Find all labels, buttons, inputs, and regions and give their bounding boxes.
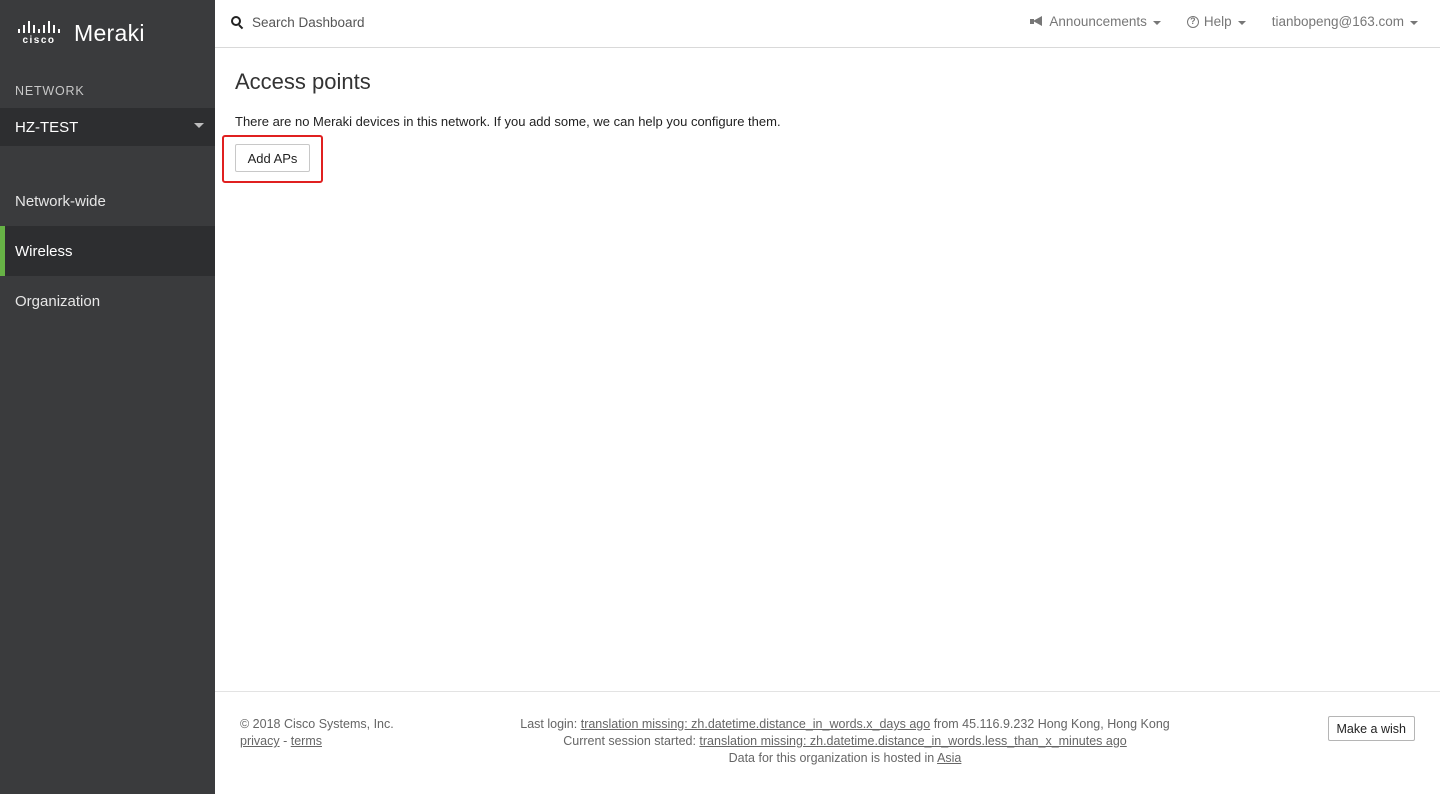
sidebar-item-wireless[interactable]: Wireless [0, 226, 215, 276]
sidebar-nav: Network-wide Wireless Organization [0, 176, 215, 326]
caret-down-icon [1152, 20, 1161, 25]
cisco-wordmark: cisco [22, 34, 56, 46]
last-login-prefix: Last login: [520, 717, 581, 731]
last-login-suffix: from 45.116.9.232 Hong Kong, Hong Kong [930, 717, 1170, 731]
help-circle-icon: ? [1186, 15, 1199, 28]
main-content: Access points There are no Meraki device… [215, 48, 1440, 691]
caret-down-icon [194, 123, 204, 128]
search-input[interactable] [252, 15, 552, 30]
hosted-region-link[interactable]: Asia [937, 751, 961, 765]
sidebar: cisco Meraki NETWORK HZ-TEST Network-wid… [0, 0, 215, 794]
terms-link[interactable]: terms [291, 734, 322, 748]
sidebar-item-organization[interactable]: Organization [0, 276, 215, 326]
megaphone-icon [1030, 16, 1044, 27]
privacy-link[interactable]: privacy [240, 734, 280, 748]
top-bar: Announcements ? Help tianbopeng@163.com [215, 0, 1440, 48]
hosted-line: Data for this organization is hosted in … [505, 750, 1185, 767]
footer-left: © 2018 Cisco Systems, Inc. privacy - ter… [240, 716, 394, 750]
announcements-menu[interactable]: Announcements [1030, 14, 1161, 29]
meraki-wordmark: Meraki [74, 19, 145, 46]
network-selected-value: HZ-TEST [15, 118, 79, 136]
top-right-menu: Announcements ? Help tianbopeng@163.com [1004, 14, 1418, 29]
copyright-text: © 2018 Cisco Systems, Inc. [240, 717, 394, 731]
sidebar-item-network-wide[interactable]: Network-wide [0, 176, 215, 226]
help-label: Help [1203, 14, 1232, 29]
sidebar-item-label: Organization [15, 292, 101, 310]
empty-state-message: There are no Meraki devices in this netw… [235, 114, 781, 129]
session-prefix: Current session started: [563, 734, 700, 748]
cisco-bars-icon [18, 20, 60, 33]
cisco-logo: cisco [15, 20, 63, 46]
user-email: tianbopeng@163.com [1271, 14, 1404, 29]
sidebar-item-label: Wireless [15, 242, 73, 260]
session-started-line: Current session started: translation mis… [505, 733, 1185, 750]
brand-logo[interactable]: cisco Meraki [15, 17, 145, 49]
session-link[interactable]: translation missing: zh.datetime.distanc… [699, 734, 1126, 748]
add-aps-button[interactable]: Add APs [235, 144, 310, 172]
announcements-label: Announcements [1049, 14, 1147, 29]
search-icon [231, 16, 244, 30]
page-title: Access points [235, 69, 371, 94]
footer-session-info: Last login: translation missing: zh.date… [505, 716, 1185, 767]
make-a-wish-button[interactable]: Make a wish [1327, 716, 1415, 741]
caret-down-icon [1410, 20, 1418, 25]
last-login-line: Last login: translation missing: zh.date… [505, 716, 1185, 733]
sidebar-item-label: Network-wide [15, 192, 106, 210]
network-selector[interactable]: HZ-TEST [0, 108, 215, 146]
network-label: NETWORK [15, 84, 85, 98]
last-login-link[interactable]: translation missing: zh.datetime.distanc… [581, 717, 931, 731]
search-box [231, 15, 552, 30]
footer: © 2018 Cisco Systems, Inc. privacy - ter… [215, 691, 1440, 794]
user-menu[interactable]: tianbopeng@163.com [1272, 14, 1418, 29]
hosted-prefix: Data for this organization is hosted in [728, 751, 938, 765]
help-menu[interactable]: ? Help [1186, 14, 1246, 29]
caret-down-icon [1237, 20, 1246, 25]
footer-separator: - [283, 734, 288, 748]
